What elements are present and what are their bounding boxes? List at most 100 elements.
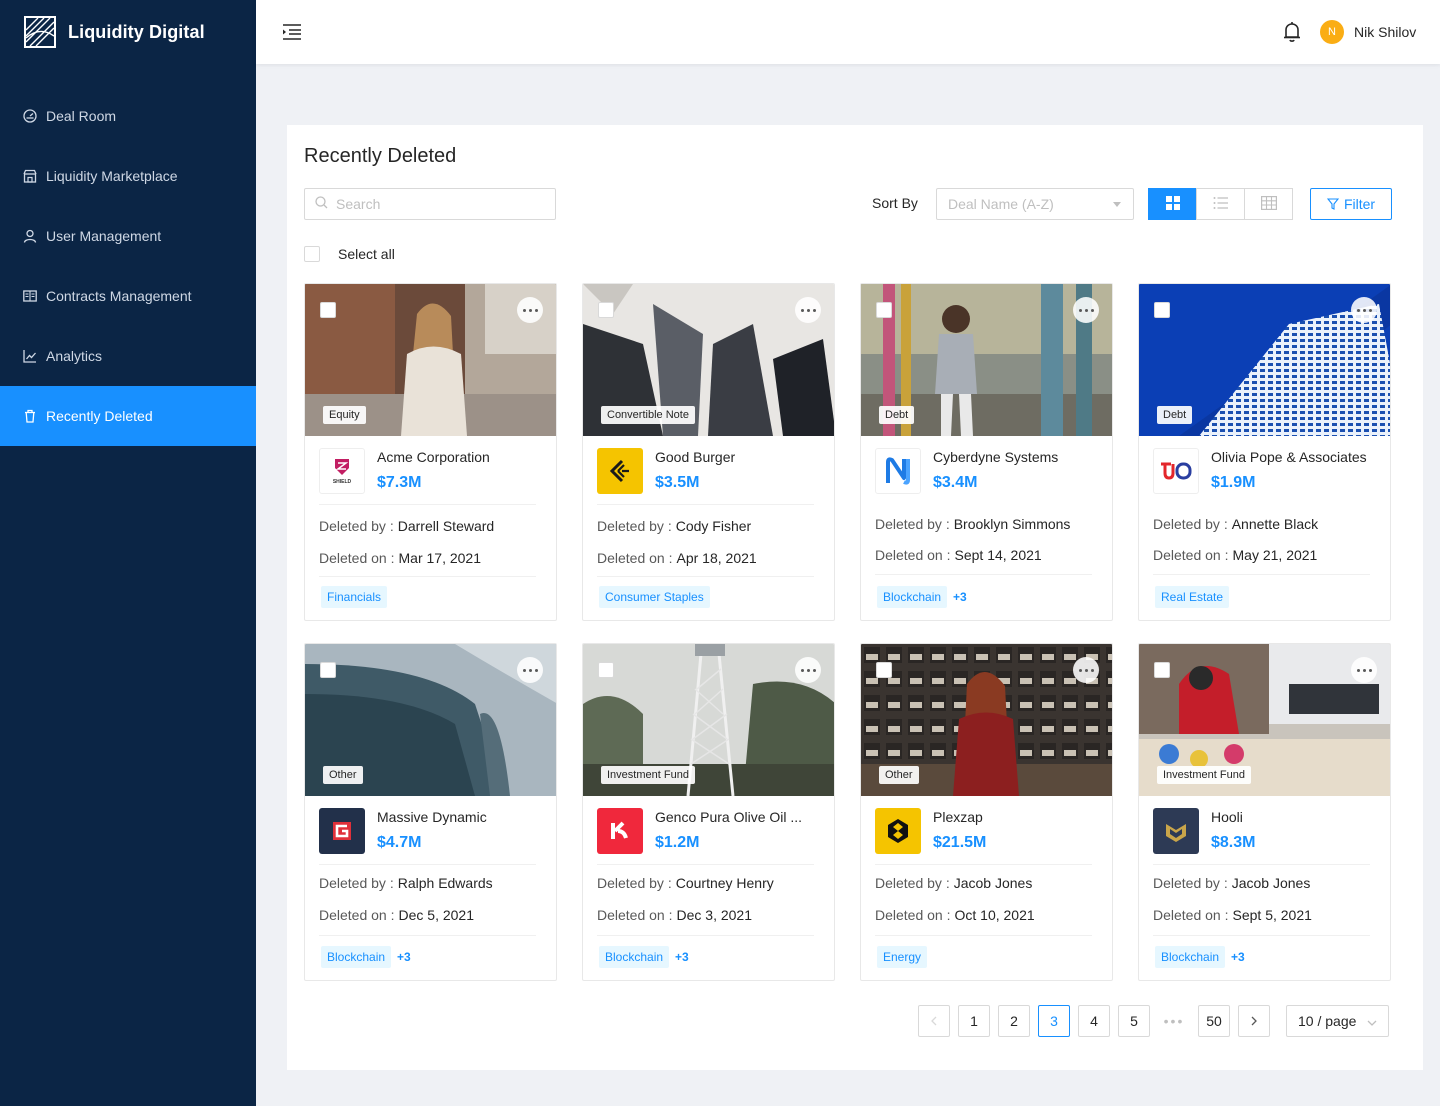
deleted-on-row: Deleted on : Sept 14, 2021 [875,547,1042,563]
deal-card[interactable]: Investment Fund Genco Pura Olive Oil ...… [582,643,835,981]
line-chart-icon [22,348,38,364]
page-3-button[interactable]: 3 [1038,1005,1070,1037]
deleted-on-value: Apr 18, 2021 [676,550,757,566]
page-5-button[interactable]: 5 [1118,1005,1150,1037]
more-options-icon[interactable] [1073,297,1099,323]
deal-type-badge: Debt [1157,406,1193,424]
deal-amount: $3.4M [933,474,978,491]
deal-type-badge: Investment Fund [601,766,695,784]
caret-down-icon [1113,202,1121,207]
more-tags-count[interactable]: +3 [1231,950,1245,964]
deal-amount: $8.3M [1211,834,1256,851]
more-options-icon[interactable] [795,657,821,683]
sidebar-item-recently-deleted[interactable]: Recently Deleted [0,386,256,446]
deleted-by-label: Deleted by : [875,516,950,532]
grid-icon [1165,195,1180,213]
more-tags-count[interactable]: +3 [953,590,967,604]
company-name: Massive Dynamic [377,809,487,825]
deal-card[interactable]: Other Plexzap $21.5M Deleted by : Jacob J… [860,643,1113,981]
prev-page-button[interactable] [918,1005,950,1037]
deal-card[interactable]: Debt Olivia Pope & Associates $1.9M Dele… [1138,283,1391,621]
list-view-button[interactable] [1196,188,1245,220]
deleted-on-value: Dec 3, 2021 [676,907,753,923]
company-logo [597,448,643,494]
company-name: Genco Pura Olive Oil ... [655,809,803,825]
deal-amount: $1.9M [1211,474,1256,491]
grid-view-button[interactable] [1148,188,1197,220]
page-1-button[interactable]: 1 [958,1005,990,1037]
card-checkbox[interactable] [876,302,892,318]
chevron-right-icon [1250,1013,1258,1029]
deleted-by-value: Courtney Henry [675,875,774,891]
deleted-on-label: Deleted on : [1153,907,1229,923]
select-all[interactable]: Select all [304,246,395,262]
chevron-left-icon [930,1013,938,1029]
user-icon [22,228,38,244]
more-options-icon[interactable] [795,297,821,323]
notification-bell-icon[interactable] [1282,21,1302,43]
page-4-button[interactable]: 4 [1078,1005,1110,1037]
search-input[interactable] [336,196,536,212]
more-options-icon[interactable] [517,297,543,323]
card-checkbox[interactable] [320,302,336,318]
page-ellipsis[interactable]: ••• [1158,1005,1190,1037]
deleted-on-label: Deleted on : [1153,547,1229,563]
sidebar-item-label: User Management [46,228,162,244]
next-page-button[interactable] [1238,1005,1270,1037]
select-all-checkbox[interactable] [304,246,320,262]
deal-card[interactable]: Other Massive Dynamic $4.7M Deleted by :… [304,643,557,981]
sort-select[interactable]: Deal Name (A-Z) [936,188,1134,220]
divider [875,935,1092,936]
filter-button[interactable]: Filter [1310,188,1392,220]
deleted-by-row: Deleted by : Jacob Jones [1153,875,1310,891]
deleted-by-label: Deleted by : [319,518,394,534]
table-view-button[interactable] [1244,188,1293,220]
brand-logo-icon [24,16,56,48]
more-options-icon[interactable] [517,657,543,683]
more-tags-count[interactable]: +3 [397,950,411,964]
deal-image: Investment Fund [1139,644,1390,796]
more-options-icon[interactable] [1073,657,1099,683]
deal-card[interactable]: Convertible Note Good Burger $3.5M Delet… [582,283,835,621]
sidebar-item-deal-room[interactable]: Deal Room [0,86,256,146]
divider [597,504,814,505]
page-title: Recently Deleted [304,145,457,167]
deleted-on-label: Deleted on : [319,550,395,566]
page-size-select[interactable]: 10 / page [1286,1005,1389,1037]
card-checkbox[interactable] [1154,302,1170,318]
deleted-on-label: Deleted on : [597,907,673,923]
menu-toggle-icon[interactable] [282,22,302,42]
card-checkbox[interactable] [598,662,614,678]
divider [319,864,536,865]
deal-type-badge: Debt [879,406,915,424]
deal-card[interactable]: Debt Cyberdyne Systems $3.4M Deleted by … [860,283,1113,621]
deleted-on-label: Deleted on : [875,547,951,563]
more-options-icon[interactable] [1351,297,1377,323]
sector-tags: Blockchain +3 [1155,946,1245,968]
deal-card[interactable]: Investment Fund Hooli $8.3M Deleted by :… [1138,643,1391,981]
card-checkbox[interactable] [598,302,614,318]
table-icon [1260,195,1277,213]
brand-name: Liquidity Digital [68,21,205,42]
deleted-on-label: Deleted on : [875,907,951,923]
sidebar-item-analytics[interactable]: Analytics [0,326,256,386]
card-checkbox[interactable] [1154,662,1170,678]
divider [319,576,536,577]
sector-tags: Energy [877,946,933,968]
sidebar-item-contracts-management[interactable]: Contracts Management [0,266,256,326]
more-tags-count[interactable]: +3 [675,950,689,964]
sidebar-item-liquidity-marketplace[interactable]: Liquidity Marketplace [0,146,256,206]
brand[interactable]: Liquidity Digital [0,0,256,64]
deal-card[interactable]: Equity SHIELD Acme Corporation $7.3M Del… [304,283,557,621]
deleted-on-row: Deleted on : Oct 10, 2021 [875,907,1035,923]
more-options-icon[interactable] [1351,657,1377,683]
page-2-button[interactable]: 2 [998,1005,1030,1037]
card-checkbox[interactable] [320,662,336,678]
search-box[interactable] [304,188,556,220]
sidebar-item-user-management[interactable]: User Management [0,206,256,266]
page-last-button[interactable]: 50 [1198,1005,1230,1037]
user-menu[interactable]: N Nik Shilov [1320,20,1416,44]
deleted-by-label: Deleted by : [875,875,950,891]
card-checkbox[interactable] [876,662,892,678]
divider [1153,574,1370,575]
